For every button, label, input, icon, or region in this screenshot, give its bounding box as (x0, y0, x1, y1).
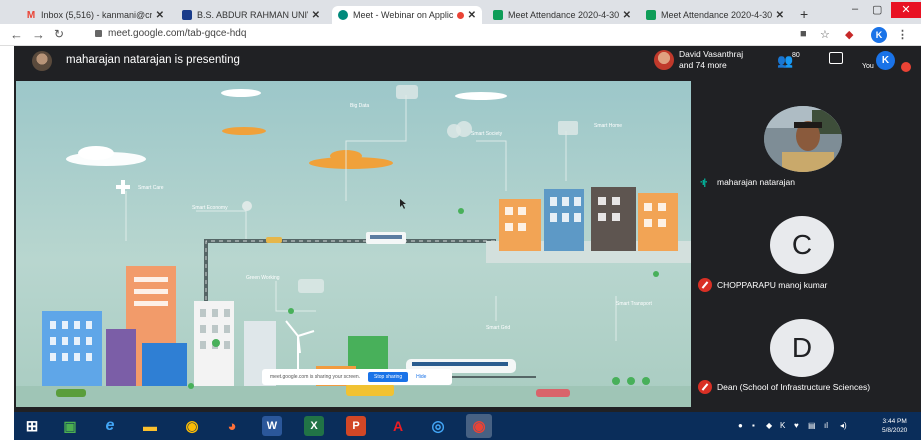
slide-label-smart-transport: Smart Transport (616, 301, 652, 307)
meet-stage: Big Data Smart Society Smart Home Smart … (14, 76, 921, 412)
tray-kt-icon[interactable]: K (780, 421, 785, 430)
browser-tab-strip: M Inbox (5,516) - kanmani@cresc ✕ B.S. A… (0, 0, 921, 24)
account-avatar[interactable]: K (871, 27, 887, 43)
university-icon (182, 10, 192, 20)
close-window-button[interactable]: ✕ (891, 2, 921, 18)
camera-permission-icon[interactable]: ■ (800, 28, 807, 40)
start-button[interactable]: ⊞ (22, 416, 42, 436)
participant-name: CHOPPARAPU manoj kumar (717, 280, 828, 290)
participants-summary-count: and 74 more (679, 60, 727, 70)
participants-summary[interactable]: David Vasanthraj and 74 more (679, 49, 743, 71)
recording-indicator-icon (456, 11, 464, 19)
participant-avatar: C (770, 216, 834, 274)
mic-off-icon (698, 380, 712, 394)
forward-icon[interactable]: → (32, 27, 45, 42)
tab-title: Meet Attendance 2020-4-30 1 (508, 10, 619, 20)
windows-taskbar: ⊞ ▣ e ▬ ◉ ◕ W X P A ◎ ◉ ● ▪ ◆ K ♥ ▤ ıl ◂… (14, 412, 921, 440)
you-avatar[interactable]: K (876, 51, 895, 70)
meet-header: maharajan natarajan is presenting David … (14, 46, 921, 76)
gmail-icon: M (26, 9, 36, 21)
participant-avatar: D (770, 319, 834, 377)
tray-app-icon[interactable]: ◆ (766, 421, 772, 430)
slide-label-smart-society: Smart Society (471, 131, 503, 137)
extension-shield-icon[interactable]: ◆ (845, 28, 853, 41)
slide-label-big-data: Big Data (350, 103, 369, 109)
share-notice-text: meet.google.com is sharing your screen. (270, 374, 361, 380)
people-icon[interactable]: 👥 (777, 53, 793, 69)
meet-icon (338, 10, 348, 20)
screen-share-notification: meet.google.com is sharing your screen. … (262, 369, 452, 385)
participant-name: Dean (School of Infrastructure Sciences) (717, 382, 871, 392)
bookmark-star-icon[interactable]: ☆ (820, 28, 830, 41)
close-tab-icon[interactable]: ✕ (468, 10, 476, 21)
tab-title: Meet Attendance 2020-4-30 1 (661, 10, 772, 20)
tab-meet-webinar[interactable]: Meet - Webinar on Applic ✕ (332, 6, 482, 24)
slide-label-smart-economy: Smart Economy (192, 205, 228, 211)
maximize-button[interactable]: ▢ (872, 3, 882, 16)
clock-time: 3:44 PM (882, 418, 907, 425)
back-icon[interactable]: ← (10, 27, 23, 42)
tab-title: B.S. ABDUR RAHMAN UNIVERS (197, 10, 308, 20)
tray-chrome-icon[interactable]: ● (738, 421, 743, 430)
tray-signal-icon[interactable]: ıl (824, 421, 828, 430)
clock-date: 5/8/2020 (882, 427, 908, 434)
tray-network-icon[interactable]: ▤ (808, 421, 816, 430)
chrome-active-icon[interactable]: ◉ (466, 414, 492, 438)
address-bar-row: ← → ↻ meet.google.com/tab-gqce-hdq ■ ☆ ◆… (0, 24, 921, 46)
powerpoint-icon[interactable]: P (346, 416, 366, 436)
firefox-icon[interactable]: ◕ (222, 416, 242, 436)
chat-icon[interactable] (829, 52, 843, 64)
presenting-banner: maharajan natarajan is presenting (66, 54, 240, 66)
url-field[interactable]: meet.google.com/tab-gqce-hdq (95, 28, 246, 39)
participant-name: maharajan natarajan (717, 177, 795, 187)
chrome-icon[interactable]: ◉ (182, 416, 202, 436)
smart-city-illustration: Big Data Smart Society Smart Home Smart … (16, 81, 691, 407)
stop-sharing-button[interactable]: Stop sharing (368, 372, 409, 382)
file-explorer-icon[interactable]: ▬ (140, 416, 160, 436)
store-icon[interactable]: ▣ (60, 416, 80, 436)
system-clock[interactable]: 3:44 PM 5/8/2020 (882, 417, 907, 435)
sheets-icon (493, 10, 503, 20)
tab-title: Inbox (5,516) - kanmani@cresc (41, 10, 152, 20)
url-text: meet.google.com/tab-gqce-hdq (108, 28, 247, 39)
others-avatar (654, 50, 674, 70)
menu-kebab-icon[interactable]: ⋮ (897, 28, 908, 41)
slide-label-smart-care: Smart Care (138, 185, 164, 191)
tray-volume-icon[interactable]: ◂) (840, 421, 847, 430)
participant-camera-video (764, 106, 842, 172)
tab-university[interactable]: B.S. ABDUR RAHMAN UNIVERS ✕ (176, 6, 326, 24)
tray-shield-icon[interactable]: ♥ (794, 421, 799, 430)
you-label: You (862, 63, 874, 70)
new-tab-button[interactable]: + (800, 6, 808, 22)
you-mic-off-icon (901, 62, 911, 72)
people-count: 80 (792, 52, 800, 59)
slide-label-smart-home: Smart Home (594, 123, 622, 129)
shared-screen-slide: Big Data Smart Society Smart Home Smart … (16, 81, 691, 407)
close-tab-icon[interactable]: ✕ (312, 10, 320, 21)
presenter-avatar (32, 51, 52, 71)
acrobat-icon[interactable]: A (388, 416, 408, 436)
sheets-icon (646, 10, 656, 20)
tray-folder-icon[interactable]: ▪ (752, 421, 755, 430)
minimize-button[interactable]: – (852, 3, 858, 15)
excel-icon[interactable]: X (304, 416, 324, 436)
tab-meet-attendance-2[interactable]: Meet Attendance 2020-4-30 1 ✕ (640, 6, 790, 24)
slide-label-smart-grid: Smart Grid (486, 325, 510, 331)
ie-icon[interactable]: e (100, 416, 120, 436)
participants-summary-name: David Vasanthraj (679, 49, 744, 59)
close-tab-icon[interactable]: ✕ (156, 10, 164, 21)
close-tab-icon[interactable]: ✕ (776, 10, 784, 21)
tab-title: Meet - Webinar on Applic (353, 10, 454, 20)
ie-blue-icon[interactable]: ◎ (428, 416, 448, 436)
hide-share-bar-button[interactable]: Hide (416, 374, 426, 380)
lock-icon (95, 30, 102, 37)
reload-icon[interactable]: ↻ (54, 27, 64, 41)
mic-off-icon (698, 278, 712, 292)
slide-label-green-working: Green Working (246, 275, 280, 281)
close-tab-icon[interactable]: ✕ (623, 10, 631, 21)
tab-gmail-inbox[interactable]: M Inbox (5,516) - kanmani@cresc ✕ (20, 6, 170, 24)
word-icon[interactable]: W (262, 416, 282, 436)
tab-meet-attendance-1[interactable]: Meet Attendance 2020-4-30 1 ✕ (487, 6, 637, 24)
speaking-indicator-icon: ·ı|· (700, 177, 708, 187)
